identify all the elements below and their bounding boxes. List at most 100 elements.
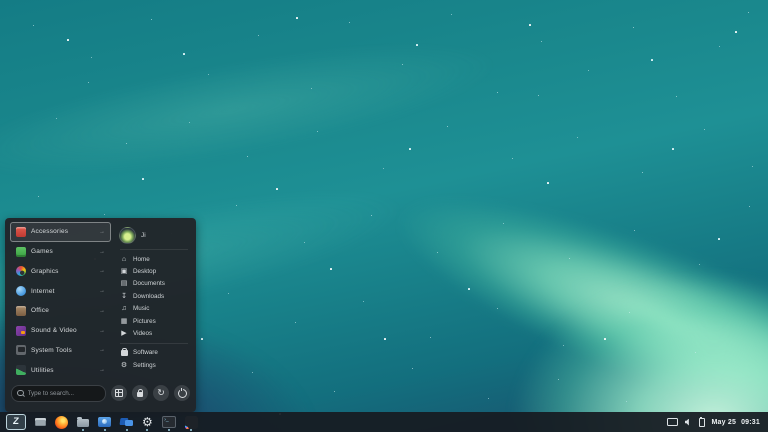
category-column: Accessories → Games → Graphics → Interne…: [10, 222, 111, 380]
paint-app-icon: [185, 416, 198, 429]
menu-category-sound-video[interactable]: Sound & Video →: [10, 321, 111, 341]
menu-divider: [120, 249, 188, 250]
running-indicator-dot: [82, 429, 84, 431]
running-indicator-dot: [168, 429, 170, 431]
taskbar-item-settings[interactable]: ⚙: [142, 413, 153, 432]
taskbar-apps: Z ⚙: [6, 413, 667, 432]
app-menu-panel: Accessories → Games → Graphics → Interne…: [5, 218, 196, 412]
shortcut-label: Settings: [133, 362, 156, 369]
user-account-item[interactable]: Ji: [117, 224, 191, 246]
running-indicator-dot: [190, 429, 192, 431]
category-label: Office: [31, 307, 94, 314]
search-input[interactable]: [28, 390, 101, 397]
category-label: Sound & Video: [31, 327, 94, 334]
firefox-icon: [55, 416, 68, 429]
office-icon: [16, 306, 26, 316]
desktop-icon: ▣: [120, 268, 128, 275]
place-item-downloads[interactable]: ↧ Downloads: [117, 290, 191, 302]
place-item-documents[interactable]: ▤ Documents: [117, 278, 191, 290]
menu-category-utilities[interactable]: Utilities →: [10, 360, 111, 380]
restart-icon: ↻: [157, 388, 165, 397]
gear-icon: ⚙: [142, 416, 153, 428]
submenu-arrow-icon: →: [99, 367, 105, 373]
apps-grid-icon: [115, 389, 123, 397]
zorin-logo-icon: Z: [6, 414, 26, 430]
sound-video-icon: [16, 326, 26, 336]
menu-category-office[interactable]: Office →: [10, 301, 111, 321]
place-label: Videos: [133, 330, 152, 337]
places-column: Ji ⌂ Home ▣ Desktop ▤ Documents ↧ Downlo…: [117, 222, 191, 380]
menu-bottom-bar: ↻: [5, 380, 196, 412]
terminal-icon: [162, 416, 176, 428]
messaging-icon: [120, 417, 133, 428]
system-tools-icon: [16, 345, 26, 355]
menu-category-graphics[interactable]: Graphics →: [10, 262, 111, 282]
power-button[interactable]: [174, 385, 190, 401]
place-item-music[interactable]: ♫ Music: [117, 303, 191, 315]
music-icon: ♫: [120, 305, 128, 312]
place-item-home[interactable]: ⌂ Home: [117, 253, 191, 265]
aurora-corner-glow: [438, 222, 768, 432]
user-name: Ji: [141, 232, 146, 239]
place-label: Home: [133, 256, 150, 263]
pictures-icon: ▦: [120, 318, 128, 325]
system-tray[interactable]: [667, 417, 705, 427]
lock-screen-button[interactable]: [132, 385, 148, 401]
window-icon: [35, 418, 46, 426]
menu-category-internet[interactable]: Internet →: [10, 281, 111, 301]
taskbar-item-firefox[interactable]: [55, 413, 68, 432]
apps-grid-button[interactable]: [111, 385, 127, 401]
software-bag-icon: [121, 350, 128, 356]
stars-layer: [0, 0, 2, 2]
taskbar-item-terminal[interactable]: [162, 413, 176, 432]
internet-icon: [16, 286, 26, 296]
taskbar-item-messaging[interactable]: [120, 413, 133, 432]
clock[interactable]: May 25 09:31: [712, 419, 760, 426]
videos-icon: ▶: [120, 330, 128, 337]
category-label: Utilities: [31, 367, 94, 374]
place-item-pictures[interactable]: ▦ Pictures: [117, 315, 191, 327]
taskbar: Z ⚙: [0, 412, 768, 432]
submenu-arrow-icon: →: [99, 268, 105, 274]
submenu-arrow-icon: →: [99, 328, 105, 334]
search-box[interactable]: [11, 385, 106, 402]
running-indicator-dot: [126, 429, 128, 431]
restart-button[interactable]: ↻: [153, 385, 169, 401]
lock-icon: [137, 392, 144, 397]
taskbar-item-open-window[interactable]: [35, 413, 46, 432]
menu-category-games[interactable]: Games →: [10, 242, 111, 262]
zorin-menu-button[interactable]: Z: [6, 413, 26, 432]
clock-time: 09:31: [741, 419, 760, 426]
search-icon: [17, 390, 24, 397]
menu-category-system-tools[interactable]: System Tools →: [10, 341, 111, 361]
category-label: Accessories: [31, 228, 94, 235]
utilities-icon: [16, 365, 26, 375]
running-indicator-dot: [146, 429, 148, 431]
camera-icon: [98, 417, 111, 427]
menu-category-accessories[interactable]: Accessories →: [10, 222, 111, 242]
shortcut-item-software[interactable]: Software: [117, 347, 191, 359]
folder-icon: [77, 419, 89, 428]
place-item-videos[interactable]: ▶ Videos: [117, 327, 191, 339]
taskbar-item-files[interactable]: [77, 413, 89, 432]
category-label: Games: [31, 248, 94, 255]
taskbar-item-paint-app[interactable]: [185, 413, 198, 432]
user-avatar: [119, 227, 136, 244]
app-menu-body: Accessories → Games → Graphics → Interne…: [5, 218, 196, 380]
power-icon: [178, 389, 187, 398]
place-label: Downloads: [133, 293, 164, 300]
category-label: Graphics: [31, 268, 94, 275]
home-icon: ⌂: [120, 256, 128, 263]
taskbar-item-camera[interactable]: [98, 413, 111, 432]
battery-icon: [699, 418, 705, 427]
shortcut-label: Software: [133, 349, 158, 356]
place-label: Desktop: [133, 268, 156, 275]
submenu-arrow-icon: →: [99, 229, 105, 235]
volume-icon: [685, 419, 692, 426]
place-label: Documents: [133, 280, 165, 287]
place-item-desktop[interactable]: ▣ Desktop: [117, 265, 191, 277]
shortcut-item-settings[interactable]: ⚙ Settings: [117, 359, 191, 371]
zorin-z-glyph: Z: [13, 417, 20, 427]
games-icon: [16, 247, 26, 257]
graphics-icon: [16, 266, 26, 276]
